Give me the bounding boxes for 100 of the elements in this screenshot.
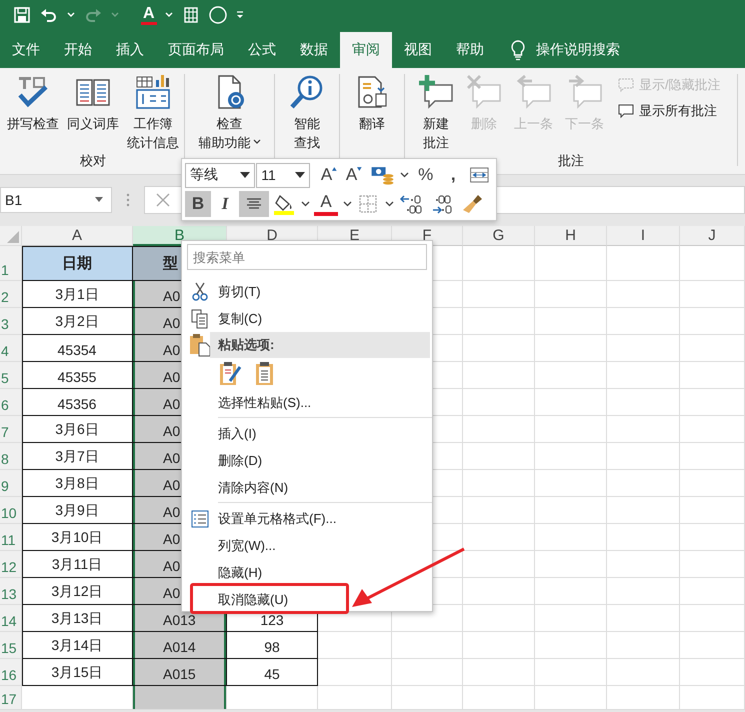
row-header[interactable]: 5: [0, 362, 22, 389]
row-header[interactable]: 15: [0, 632, 22, 659]
table-cell: [463, 443, 535, 470]
search-field[interactable]: 搜索菜单: [187, 244, 427, 270]
tell-me-search[interactable]: 操作说明搜索: [536, 41, 620, 59]
scissors-icon: [191, 282, 209, 302]
ribbon-button[interactable]: 新建 批注: [416, 74, 456, 152]
group-label: 校对: [80, 153, 106, 168]
font-color-button[interactable]: A: [141, 6, 157, 24]
table-cell: [535, 659, 607, 686]
table-cell: [680, 416, 745, 443]
column-header[interactable]: H: [535, 226, 607, 246]
font-size-field[interactable]: 11: [256, 162, 310, 188]
table-cell: [463, 686, 535, 710]
dropdown-icon: [294, 172, 305, 178]
ribbon-button[interactable]: 工作簿 统计信息: [125, 74, 181, 152]
table-cell: [463, 578, 535, 605]
table-cell: [535, 281, 607, 308]
table-cell: [680, 524, 745, 551]
ribbon-tab[interactable]: 公式: [236, 32, 288, 68]
column-header[interactable]: A: [22, 226, 133, 246]
italic-button[interactable]: I: [212, 190, 238, 217]
row-header[interactable]: 9: [0, 470, 22, 497]
table-cell: [680, 443, 745, 470]
ribbon-button[interactable]: 拼写检查: [5, 74, 61, 133]
bold-button[interactable]: B: [185, 190, 211, 217]
row-header[interactable]: 12: [0, 551, 22, 578]
table-cell: [535, 416, 607, 443]
table-cell: A014: [133, 632, 227, 659]
align-center-button[interactable]: [239, 190, 269, 217]
row-header[interactable]: 14: [0, 605, 22, 632]
table-cell: [680, 246, 745, 281]
grow-font-button[interactable]: A: [316, 162, 341, 188]
row-header[interactable]: 17: [0, 686, 22, 710]
format-cells-icon: [191, 510, 209, 528]
ribbon-tab[interactable]: 页面布局: [156, 32, 236, 68]
table-cell: [463, 416, 535, 443]
percent-button[interactable]: %: [411, 162, 440, 188]
ribbon-button[interactable]: 翻译: [352, 74, 392, 133]
ribbon-tab[interactable]: 文件: [0, 32, 52, 68]
ribbon-button[interactable]: 显示所有批注: [618, 102, 721, 120]
dropdown-icon: [240, 172, 250, 178]
table-cell: 45: [227, 659, 318, 686]
ribbon-button[interactable]: 智能 查找: [287, 74, 327, 152]
row-header[interactable]: 10: [0, 497, 22, 524]
table-cell: [535, 470, 607, 497]
search-icon: [289, 74, 325, 110]
next-comment-icon: [566, 74, 602, 110]
table-cell: [680, 470, 745, 497]
row-header[interactable]: 11: [0, 524, 22, 551]
delete-comment-icon: [466, 74, 502, 110]
row-header[interactable]: 1: [0, 246, 22, 281]
table-cell: [392, 686, 463, 710]
ribbon-tab[interactable]: 插入: [104, 32, 156, 68]
table-cell: [463, 308, 535, 335]
column-header[interactable]: G: [463, 226, 535, 246]
caret-icon: [400, 172, 409, 178]
shrink-font-button[interactable]: A: [342, 162, 366, 188]
circle-icon[interactable]: [208, 5, 228, 25]
table-cell: [463, 659, 535, 686]
row-header[interactable]: 13: [0, 578, 22, 605]
ribbon-button[interactable]: 同义词库: [65, 74, 121, 133]
comment-icon: [618, 77, 634, 93]
column-title: 日期: [22, 246, 133, 281]
font-color-button[interactable]: A: [314, 192, 338, 216]
table-cell: [535, 308, 607, 335]
caret-icon: [95, 197, 103, 203]
row-header[interactable]: 7: [0, 416, 22, 443]
column-header[interactable]: J: [680, 226, 745, 246]
ribbon-button[interactable]: 检查 辅助功能: [196, 74, 262, 152]
drag-handle-icon[interactable]: [126, 193, 130, 207]
caret-icon: [342, 200, 352, 207]
table-cell: [463, 551, 535, 578]
new-comment-icon: [418, 74, 454, 110]
table-cell: [463, 389, 535, 416]
name-box[interactable]: B1: [0, 187, 112, 213]
comment-icon: [618, 103, 634, 119]
row-header[interactable]: 2: [0, 281, 22, 308]
row-header[interactable]: 4: [0, 335, 22, 362]
table-cell: [463, 281, 535, 308]
ribbon-tab[interactable]: 数据: [288, 32, 340, 68]
column-header[interactable]: I: [607, 226, 680, 246]
table-cell: [535, 389, 607, 416]
row-header[interactable]: 16: [0, 659, 22, 686]
ribbon-tab[interactable]: 审阅: [340, 32, 392, 68]
table-cell: [680, 389, 745, 416]
comma-button[interactable]: ,: [441, 162, 466, 188]
ribbon-tab[interactable]: 开始: [52, 32, 104, 68]
row-header[interactable]: 8: [0, 443, 22, 470]
save-icon[interactable]: [12, 5, 32, 25]
table-cell: [463, 605, 535, 632]
paste-formatting-icon[interactable]: [218, 360, 242, 386]
table-cell: [680, 551, 745, 578]
font-name-field[interactable]: 等线: [185, 162, 256, 188]
arrow-down-icon: [357, 167, 362, 172]
row-header[interactable]: 6: [0, 389, 22, 416]
ribbon-tab[interactable]: 帮助: [444, 32, 496, 68]
row-header[interactable]: 3: [0, 308, 22, 335]
ribbon-tab[interactable]: 视图: [392, 32, 444, 68]
paste-icon[interactable]: [254, 360, 276, 386]
